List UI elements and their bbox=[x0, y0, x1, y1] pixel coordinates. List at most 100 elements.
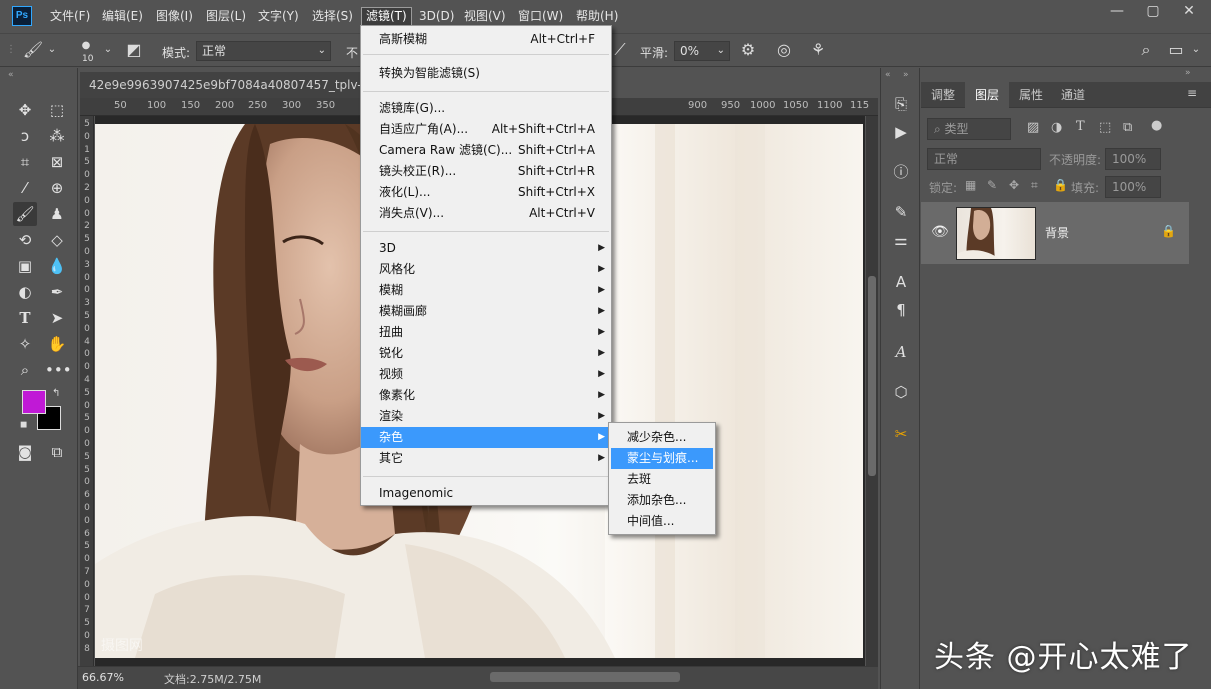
tab-layers[interactable]: 图层 bbox=[965, 82, 1010, 108]
collapse-icon[interactable]: » bbox=[1185, 68, 1191, 78]
adjust-icon[interactable]: ⚌ bbox=[889, 228, 913, 252]
brush-settings-icon[interactable]: ◩ bbox=[124, 40, 144, 60]
glyphs-icon[interactable]: A bbox=[889, 340, 913, 364]
filter-menu-item[interactable]: 其它 ▶ bbox=[361, 448, 611, 469]
collapse-icon[interactable]: « bbox=[8, 70, 14, 80]
submenu-item[interactable]: 去斑 bbox=[611, 469, 713, 490]
expand-icon[interactable]: » bbox=[903, 70, 909, 80]
history-icon[interactable]: ⎘ bbox=[889, 92, 913, 116]
eraser-tool-icon[interactable]: ◇ bbox=[45, 228, 69, 252]
filter-menu-item[interactable]: 扭曲 ▶ bbox=[361, 322, 611, 343]
tab-properties[interactable]: 属性 bbox=[1009, 82, 1053, 108]
close-icon[interactable]: ✕ bbox=[1172, 0, 1206, 24]
menu-3d[interactable]: 3D(D) bbox=[415, 8, 458, 25]
swap-colors-icon[interactable]: ↰ bbox=[52, 388, 60, 399]
lock-position-icon[interactable]: ✥ bbox=[1009, 178, 1019, 192]
gear-icon[interactable]: ⚙ bbox=[738, 40, 758, 60]
filter-menu-item[interactable]: 模糊画廊 ▶ bbox=[361, 301, 611, 322]
submenu-item[interactable]: 中间值... bbox=[611, 511, 713, 532]
scrollbar-thumb[interactable] bbox=[868, 276, 876, 476]
hand-tool-icon[interactable]: ✋ bbox=[45, 332, 69, 356]
filter-menu-item[interactable]: 渲染 ▶ bbox=[361, 406, 611, 427]
path-selection-icon[interactable]: ➤ bbox=[45, 306, 69, 330]
horizontal-scrollbar-thumb[interactable] bbox=[490, 672, 680, 682]
filter-toggle-icon[interactable]: ● bbox=[1151, 118, 1162, 133]
blur-tool-icon[interactable]: 💧 bbox=[45, 254, 69, 278]
menu-select[interactable]: 选择(S) bbox=[308, 8, 357, 25]
marquee-tool-icon[interactable]: ⬚ bbox=[45, 98, 69, 122]
lock-all-icon[interactable]: 🔒 bbox=[1053, 178, 1068, 192]
filter-smart-object-icon[interactable]: ⧉ bbox=[1123, 120, 1132, 135]
collapse-icon[interactable]: « bbox=[885, 70, 891, 80]
lock-image-icon[interactable]: ✎ bbox=[987, 178, 997, 192]
workspace-icon[interactable]: ▭ bbox=[1166, 40, 1186, 60]
menu-layer[interactable]: 图层(L) bbox=[202, 8, 250, 25]
filter-shape-icon[interactable]: ⬚ bbox=[1099, 120, 1111, 135]
gradient-tool-icon[interactable]: ▣ bbox=[13, 254, 37, 278]
menu-window[interactable]: 窗口(W) bbox=[514, 8, 567, 25]
minimize-icon[interactable]: — bbox=[1100, 0, 1134, 24]
pen-tool-icon[interactable]: ✒ bbox=[45, 280, 69, 304]
brush-preset-icon[interactable]: ● bbox=[76, 36, 96, 56]
zoom-level[interactable]: 66.67% bbox=[82, 671, 124, 684]
tab-adjustments[interactable]: 调整 bbox=[921, 82, 965, 108]
crop-tool-icon[interactable]: ⌗ bbox=[13, 150, 37, 174]
submenu-item-dust-scratches[interactable]: 蒙尘与划痕... bbox=[611, 448, 713, 469]
move-tool-icon[interactable]: ✥ bbox=[13, 98, 37, 122]
filter-menu-item[interactable]: 液化(L)... Shift+Ctrl+X bbox=[361, 182, 611, 203]
healing-brush-icon[interactable]: ⊕ bbox=[45, 176, 69, 200]
pressure-icon[interactable]: ⟋ bbox=[612, 40, 628, 60]
opacity-input[interactable]: 100% bbox=[1105, 148, 1161, 170]
filter-type-icon[interactable]: T bbox=[1076, 119, 1085, 134]
document-tab[interactable]: 42e9e9963907425e9bf7084a40807457_tplv-ob… bbox=[80, 72, 370, 98]
filter-menu-item-noise[interactable]: 杂色 ▶ bbox=[361, 427, 611, 448]
eyedropper-icon[interactable]: ⁄ bbox=[13, 176, 37, 200]
filter-menu-item[interactable]: 转换为智能滤镜(S) bbox=[361, 63, 611, 84]
chevron-down-icon[interactable]: ⌄ bbox=[1190, 40, 1202, 60]
smoothing-input[interactable]: 0% ⌄ bbox=[674, 41, 730, 61]
maximize-icon[interactable]: ▢ bbox=[1136, 0, 1170, 24]
filter-menu-item[interactable]: Imagenomic bbox=[361, 483, 611, 504]
frame-tool-icon[interactable]: ⊠ bbox=[45, 150, 69, 174]
brush-settings-icon[interactable]: ✎ bbox=[889, 200, 913, 224]
menu-edit[interactable]: 编辑(E) bbox=[98, 8, 147, 25]
chevron-down-icon[interactable]: ⌄ bbox=[102, 40, 114, 60]
default-colors-icon[interactable]: ◼ bbox=[20, 420, 27, 430]
vertical-scrollbar[interactable] bbox=[866, 116, 878, 666]
filter-pixel-icon[interactable]: ▨ bbox=[1027, 120, 1039, 135]
filter-menu-item[interactable]: 像素化 ▶ bbox=[361, 385, 611, 406]
brush-tool-icon[interactable]: 🖌 bbox=[13, 202, 37, 226]
menu-image[interactable]: 图像(I) bbox=[152, 8, 197, 25]
lock-transparent-icon[interactable]: ▦ bbox=[965, 178, 976, 192]
tab-channels[interactable]: 通道 bbox=[1051, 82, 1095, 108]
screen-mode-icon[interactable]: ⧉ bbox=[45, 440, 69, 464]
tool-presets-icon[interactable]: ✂ bbox=[889, 422, 913, 446]
filter-menu-item[interactable]: 视频 ▶ bbox=[361, 364, 611, 385]
eye-icon[interactable]: 👁 bbox=[931, 224, 949, 240]
menu-view[interactable]: 视图(V) bbox=[460, 8, 510, 25]
info-icon[interactable]: ⓘ bbox=[889, 160, 913, 184]
zoom-tool-icon[interactable]: ⌕ bbox=[13, 358, 37, 382]
pressure-size-icon[interactable]: ◎ bbox=[774, 40, 794, 60]
panel-menu-icon[interactable]: ≡ bbox=[1187, 86, 1197, 100]
paragraph-icon[interactable]: ¶ bbox=[889, 298, 913, 322]
menu-help[interactable]: 帮助(H) bbox=[572, 8, 622, 25]
search-icon[interactable]: ⌕ bbox=[1136, 40, 1156, 60]
symmetry-icon[interactable]: ⚘ bbox=[808, 40, 828, 60]
filter-menu-item[interactable]: 滤镜库(G)... bbox=[361, 98, 611, 119]
lock-artboard-icon[interactable]: ⌗ bbox=[1031, 178, 1038, 193]
filter-menu-item[interactable]: 锐化 ▶ bbox=[361, 343, 611, 364]
filter-menu-item[interactable]: 模糊 ▶ bbox=[361, 280, 611, 301]
history-brush-icon[interactable]: ⟲ bbox=[13, 228, 37, 252]
filter-adjustment-icon[interactable]: ◑ bbox=[1051, 120, 1062, 135]
fill-input[interactable]: 100% bbox=[1105, 176, 1161, 198]
filter-menu-item[interactable]: Camera Raw 滤镜(C)... Shift+Ctrl+A bbox=[361, 140, 611, 161]
layer-row[interactable]: 👁 背景 🔒 bbox=[921, 202, 1189, 264]
lasso-tool-icon[interactable]: ↄ bbox=[13, 124, 37, 148]
play-icon[interactable]: ▶ bbox=[889, 120, 913, 144]
layer-filter-select[interactable]: ⌕ 类型 bbox=[927, 118, 1011, 140]
filter-menu-item[interactable]: 风格化 ▶ bbox=[361, 259, 611, 280]
foreground-color-swatch[interactable] bbox=[22, 390, 46, 414]
filter-menu-item[interactable]: 自适应广角(A)... Alt+Shift+Ctrl+A bbox=[361, 119, 611, 140]
brush-tool-icon[interactable]: 🖌 bbox=[22, 40, 44, 60]
